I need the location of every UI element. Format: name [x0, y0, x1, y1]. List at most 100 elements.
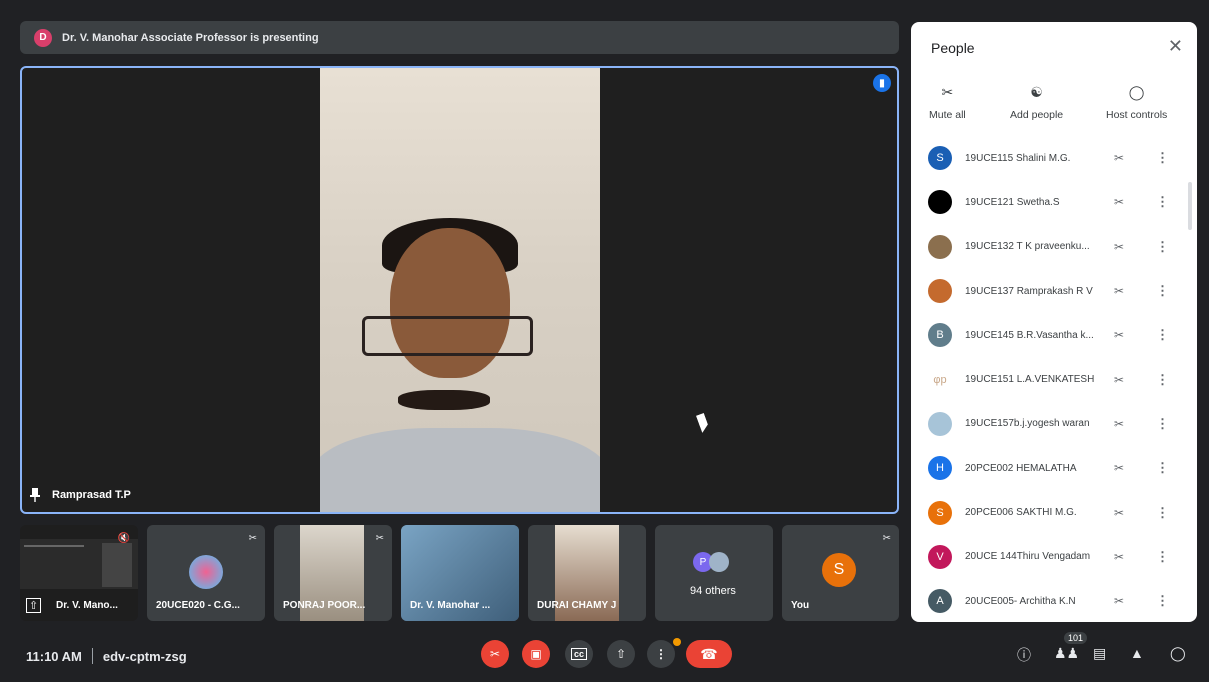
present-screen-icon: ⇧ [26, 598, 42, 613]
list-item[interactable]: B 19UCE145 B.R.Vasantha k... ✂ ⋮ [911, 313, 1197, 357]
activities-icon[interactable]: ▲ [1130, 645, 1144, 661]
camera-toggle-button[interactable]: ▣ [522, 640, 550, 668]
muted-icon: ✂ [1114, 549, 1125, 564]
close-icon[interactable]: ✕ [1168, 36, 1183, 57]
participant-name: 19UCE145 B.R.Vasantha k... [965, 329, 1094, 341]
thumbnail-tile[interactable]: ✂ PONRAJ POOR... [274, 525, 392, 621]
captions-icon: cc [570, 648, 587, 660]
muted-icon: ✂ [1114, 195, 1125, 210]
list-item[interactable]: 19UCE137 Ramprakash R V ✂ ⋮ [911, 269, 1197, 313]
host-controls-icon[interactable]: ◯ [1170, 645, 1186, 662]
leave-call-button[interactable]: ☎ [686, 640, 732, 668]
thumbnail-tile[interactable]: P 94 others [655, 525, 773, 621]
more-options-icon[interactable]: ⋮ [1156, 283, 1169, 299]
add-people-button[interactable]: ☯ Add people [1010, 84, 1063, 121]
more-options-icon[interactable]: ⋮ [1156, 505, 1169, 521]
present-screen-icon: ⇧ [615, 647, 627, 661]
thumbnail-tile[interactable]: ✂ 20UCE020 - C.G... [147, 525, 265, 621]
participant-name: 20UCE005- Architha K.N [965, 595, 1076, 607]
list-item[interactable]: S 19UCE115 Shalini M.G. ✂ ⋮ [911, 136, 1197, 180]
thumbnail-label: Dr. V. Manohar ... [410, 600, 491, 611]
avatar [928, 411, 952, 436]
action-label: Mute all [929, 109, 966, 121]
muted-icon: ✂ [1114, 505, 1125, 520]
scrollbar[interactable] [1188, 182, 1192, 230]
participant-name: 19UCE132 T K praveenku... [965, 241, 1090, 253]
thumbnail-label: DURAI CHAMY J [537, 600, 617, 611]
pinned-name: Ramprasad T.P [52, 489, 131, 501]
muted-icon: ✂ [1114, 239, 1125, 254]
mic-off-icon: ✂ [941, 84, 954, 100]
participant-name: 19UCE151 L.A.VENKATESH [965, 374, 1095, 386]
people-actions: ✂ Mute all ☯ Add people ◯ Host controls [911, 84, 1197, 144]
list-item[interactable]: H 20PCE002 HEMALATHA ✂ ⋮ [911, 446, 1197, 490]
more-options-icon[interactable]: ⋮ [1156, 416, 1169, 432]
speaker-video [320, 68, 600, 512]
list-item[interactable]: φp 19UCE151 L.A.VENKATESH ✂ ⋮ [911, 357, 1197, 401]
camera-off-icon: ▣ [530, 647, 542, 661]
list-item[interactable]: V 20UCE 144Thiru Vengadam ✂ ⋮ [911, 535, 1197, 579]
muted-icon: ✂ [1114, 594, 1125, 609]
more-options-icon[interactable]: ⋮ [1156, 593, 1169, 609]
participant-name: 19UCE115 Shalini M.G. [965, 152, 1071, 164]
info-icon[interactable]: ⓘ [1017, 645, 1031, 665]
others-avatars: P [693, 552, 729, 572]
muted-icon: 🔇 [117, 533, 130, 544]
main-video-tile[interactable]: ▮ Ramprasad T.P [20, 66, 899, 514]
more-options-icon[interactable]: ⋮ [1156, 194, 1169, 210]
avatar [189, 555, 223, 589]
list-item[interactable]: 19UCE132 T K praveenku... ✂ ⋮ [911, 225, 1197, 269]
thumbnail-label: Dr. V. Mano... [56, 600, 118, 611]
participant-name: 19UCE137 Ramprakash R V [965, 285, 1093, 297]
present-button[interactable]: ⇧ [607, 640, 635, 668]
list-item[interactable]: 19UCE121 Swetha.S ✂ ⋮ [911, 180, 1197, 224]
notification-dot [673, 638, 681, 646]
divider [91, 648, 93, 664]
muted-icon: ✂ [1114, 151, 1125, 166]
more-options-button[interactable]: ⋮ [647, 640, 675, 668]
more-options-icon[interactable]: ⋮ [1156, 549, 1169, 565]
pin-icon[interactable] [30, 488, 40, 502]
participant-name: 19UCE121 Swetha.S [965, 196, 1060, 208]
thumbnail-tile[interactable]: 🔇 ⇧ Dr. V. Mano... [20, 525, 138, 621]
action-label: Host controls [1106, 109, 1168, 121]
avatar [709, 552, 729, 572]
avatar: A [928, 589, 952, 614]
more-options-icon[interactable]: ⋮ [1156, 460, 1169, 476]
muted-icon: ✂ [1114, 461, 1125, 476]
muted-icon: ✂ [248, 533, 257, 544]
avatar: B [928, 323, 952, 348]
meeting-code: edv-cptm-zsg [102, 648, 187, 664]
list-item[interactable]: A 20UCE005- Architha K.N ✂ ⋮ [911, 579, 1197, 622]
muted-icon: ✂ [1114, 328, 1125, 343]
toggle-icon: ◯ [1128, 84, 1145, 100]
mute-all-button[interactable]: ✂ Mute all [929, 84, 966, 121]
people-icon[interactable]: ♟♟ [1054, 645, 1079, 662]
host-controls-button[interactable]: ◯ Host controls [1106, 84, 1167, 121]
chat-icon[interactable]: ▤ [1093, 645, 1106, 662]
more-options-icon[interactable]: ⋮ [1156, 150, 1169, 166]
avatar: S [928, 500, 952, 525]
thumbnail-tile[interactable]: DURAI CHAMY J [528, 525, 646, 621]
thumbnail-tile[interactable]: ✂ S You [782, 525, 899, 621]
mouse-cursor-icon [696, 413, 710, 433]
avatar: φp [928, 367, 952, 392]
more-options-icon[interactable]: ⋮ [1156, 239, 1169, 255]
people-panel: People ✕ ✂ Mute all ☯ Add people ◯ Host … [911, 22, 1197, 622]
participant-name: 19UCE157b.j.yogesh waran [965, 418, 1090, 430]
more-options-icon[interactable]: ⋮ [1156, 327, 1169, 343]
avatar: V [928, 544, 952, 569]
panel-title: People [931, 40, 975, 56]
muted-icon: ✂ [375, 533, 384, 544]
muted-icon: ✂ [882, 533, 891, 544]
thumbnail-tile[interactable]: Dr. V. Manohar ... [401, 525, 519, 621]
more-options-icon[interactable]: ⋮ [1156, 372, 1169, 388]
mic-toggle-button[interactable]: ✂ [481, 640, 509, 668]
pinned-label: Ramprasad T.P [30, 488, 131, 502]
list-item[interactable]: 19UCE157b.j.yogesh waran ✂ ⋮ [911, 402, 1197, 446]
muted-icon: ✂ [1114, 284, 1125, 299]
captions-button[interactable]: cc [565, 640, 593, 668]
list-item[interactable]: S 20PCE006 SAKTHI M.G. ✂ ⋮ [911, 490, 1197, 534]
thumbnail-label: PONRAJ POOR... [283, 600, 366, 611]
mic-off-icon: ✂ [489, 647, 501, 661]
